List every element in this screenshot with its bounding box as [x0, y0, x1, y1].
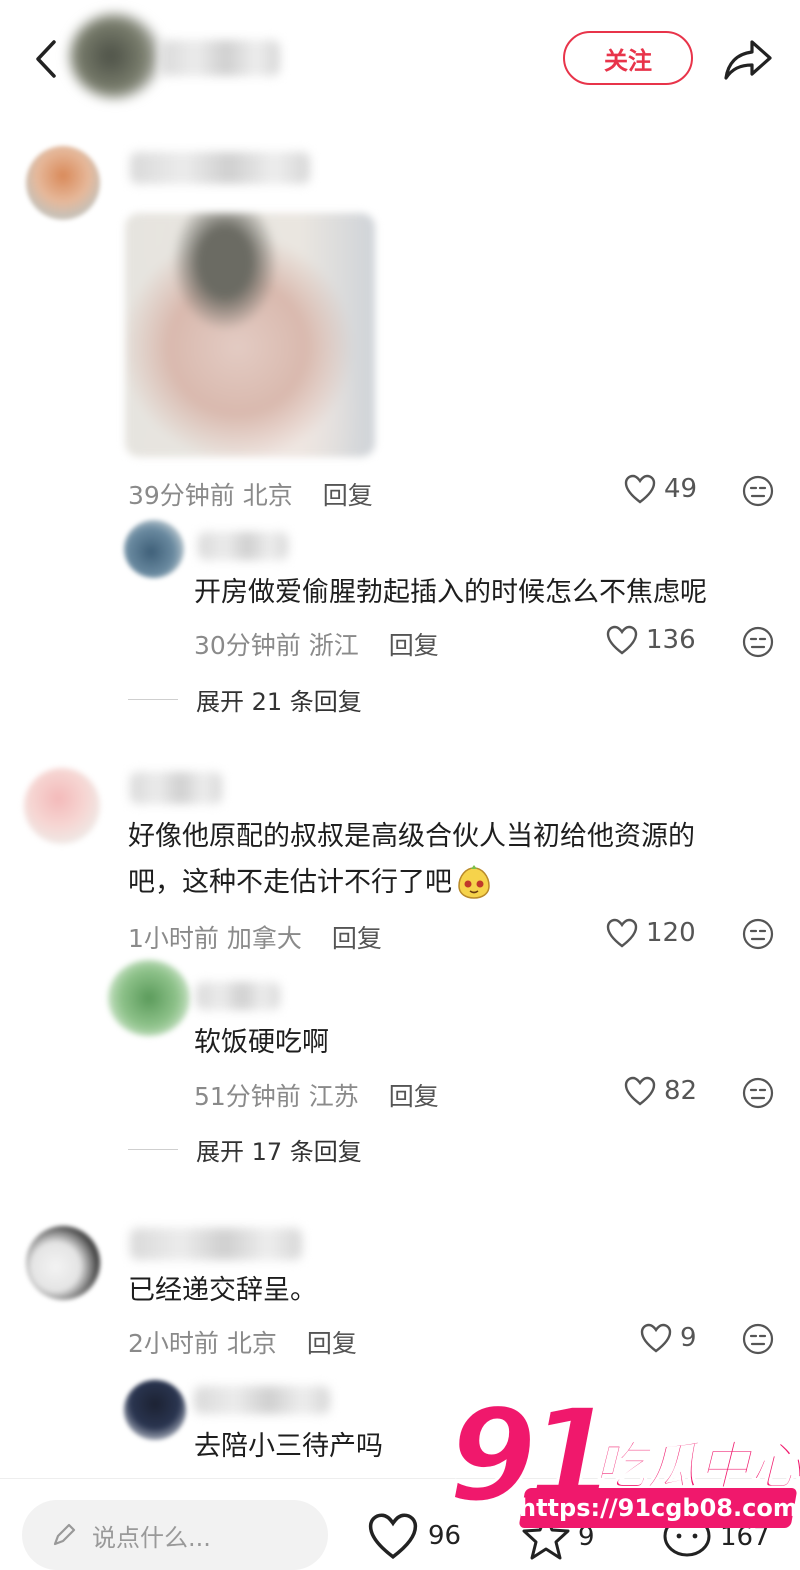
comment-text: 好像他原配的叔叔是高级合伙人当初给他资源的 吧，这种不走估计不行了吧	[128, 814, 695, 906]
like-button[interactable]: 49	[624, 474, 697, 504]
reply-text: 开房做爱偷腥勃起插入的时候怎么不焦虑呢	[194, 577, 707, 608]
dislike-emoji-icon[interactable]	[742, 1323, 774, 1355]
commenter-name	[130, 772, 222, 804]
watermark-logo: 91 吃瓜中心 https://91cgb08.com	[446, 1381, 800, 1543]
heart-icon	[368, 1513, 418, 1560]
commenter-avatar[interactable]	[26, 146, 100, 220]
reply-avatar[interactable]	[108, 960, 190, 1036]
like-count: 9	[680, 1323, 697, 1353]
reply-time: 51分钟前	[194, 1082, 301, 1111]
dislike-emoji-icon[interactable]	[742, 626, 774, 658]
reply-button[interactable]: 回复	[307, 1329, 357, 1358]
comment-meta: 1小时前 加拿大 回复	[128, 919, 382, 955]
comment-text-line2: 吧，这种不走估计不行了吧	[128, 867, 452, 898]
reply-name	[198, 532, 288, 560]
like-button[interactable]: 136	[606, 625, 696, 655]
reply-text: 软饭硬吃啊	[194, 1027, 329, 1058]
divider-line	[128, 699, 178, 700]
like-count: 120	[646, 918, 696, 948]
reply-name	[194, 1386, 330, 1414]
comment-image[interactable]	[125, 213, 375, 457]
comment-input[interactable]: 说点什么...	[22, 1500, 328, 1570]
reply-time: 30分钟前	[194, 631, 301, 660]
commenter-name	[130, 1228, 302, 1260]
heart-icon	[640, 1323, 672, 1353]
watermark-url-badge: https://91cgb08.com	[518, 1488, 798, 1528]
reply-avatar[interactable]	[124, 1380, 186, 1440]
like-count: 82	[664, 1076, 698, 1106]
like-count: 49	[664, 474, 698, 504]
reply-avatar[interactable]	[124, 520, 184, 578]
comment-location: 北京	[242, 481, 293, 510]
expand-replies-button[interactable]: 展开 17 条回复	[128, 1132, 362, 1167]
expand-replies-button[interactable]: 展开 21 条回复	[128, 682, 362, 717]
reply-location: 浙江	[308, 631, 359, 660]
reply-meta: 30分钟前 浙江 回复	[194, 626, 439, 662]
expand-replies-label: 展开 21 条回复	[196, 688, 362, 716]
comment-text-line: 吧，这种不走估计不行了吧	[128, 860, 695, 906]
reply-location: 江苏	[308, 1082, 359, 1111]
expand-replies-label: 展开 17 条回复	[196, 1138, 362, 1166]
comment-input-placeholder: 说点什么...	[92, 1523, 211, 1552]
comment-location: 加拿大	[226, 924, 302, 953]
like-count: 136	[646, 625, 696, 655]
author-avatar[interactable]	[70, 14, 160, 98]
back-button[interactable]	[28, 36, 64, 82]
reply-name	[196, 982, 280, 1010]
like-button[interactable]: 120	[606, 918, 696, 948]
reply-text: 去陪小三待产吗	[194, 1431, 383, 1462]
dislike-emoji-icon[interactable]	[742, 918, 774, 950]
heart-icon	[624, 474, 656, 504]
chevron-left-icon	[36, 40, 56, 78]
follow-label: 关注	[604, 46, 652, 75]
comment-meta: 2小时前 北京 回复	[128, 1324, 357, 1360]
dislike-emoji-icon[interactable]	[742, 475, 774, 507]
commenter-avatar[interactable]	[24, 768, 100, 844]
share-icon	[724, 40, 772, 80]
watermark-url: https://91cgb08.com	[518, 1494, 798, 1522]
reply-button[interactable]: 回复	[332, 924, 382, 953]
reply-button[interactable]: 回复	[389, 631, 439, 660]
pencil-icon	[53, 1523, 76, 1546]
comment-text-line: 好像他原配的叔叔是高级合伙人当初给他资源的	[128, 821, 695, 852]
commenter-avatar[interactable]	[26, 1226, 100, 1300]
heart-icon	[606, 625, 638, 655]
comment-time: 39分钟前	[128, 481, 235, 510]
comment-text: 已经递交辞呈。	[128, 1275, 317, 1306]
comment-location: 北京	[226, 1329, 277, 1358]
dislike-emoji-icon[interactable]	[742, 1077, 774, 1109]
author-name	[160, 40, 280, 76]
like-button[interactable]: 82	[624, 1076, 697, 1106]
emoji-face-icon	[458, 865, 490, 899]
like-post-button[interactable]: 96	[366, 1512, 461, 1560]
follow-button[interactable]: 关注	[563, 31, 693, 85]
comment-meta: 39分钟前 北京 回复	[128, 476, 373, 512]
heart-icon	[624, 1076, 656, 1106]
divider-line	[128, 1149, 178, 1150]
comment-time: 1小时前	[128, 924, 219, 953]
share-button[interactable]	[722, 36, 774, 82]
comment-time: 2小时前	[128, 1329, 219, 1358]
reply-button[interactable]: 回复	[323, 481, 373, 510]
reply-button[interactable]: 回复	[389, 1082, 439, 1111]
commenter-name	[130, 152, 310, 184]
reply-meta: 51分钟前 江苏 回复	[194, 1077, 439, 1113]
heart-icon	[606, 918, 638, 948]
like-button[interactable]: 9	[640, 1323, 697, 1353]
